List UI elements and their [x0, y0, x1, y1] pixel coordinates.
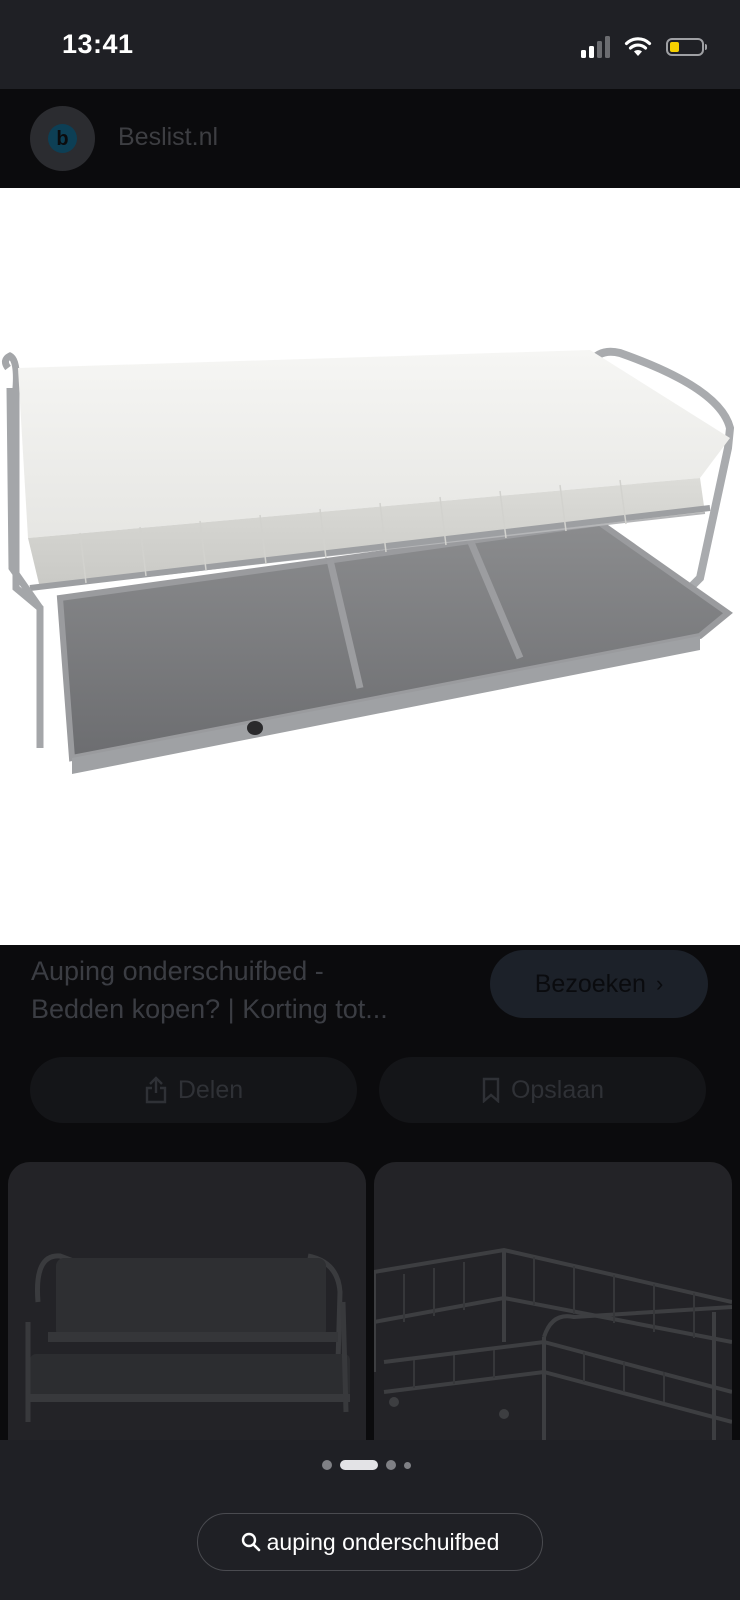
search-icon [241, 1532, 260, 1552]
result-title[interactable]: Auping onderschuifbed - Bedden kopen? | … [31, 952, 471, 1028]
main-product-image[interactable] [0, 188, 740, 945]
related-image-1-picture [25, 1253, 350, 1422]
pager-dots [322, 1460, 411, 1470]
source-header[interactable]: b Beslist.nl [0, 89, 740, 188]
visit-button-label: Bezoeken [534, 969, 646, 998]
status-time: 13:41 [62, 29, 134, 59]
share-label: Delen [177, 1075, 244, 1104]
battery-level [670, 42, 679, 52]
related-image-2-picture [374, 1247, 732, 1452]
save-button[interactable]: Opslaan [379, 1057, 706, 1123]
related-image-1[interactable] [8, 1162, 366, 1452]
search-query-pill[interactable]: auping onderschuifbed [197, 1513, 543, 1571]
battery-icon [666, 38, 707, 56]
share-button[interactable]: Delen [30, 1057, 357, 1123]
source-logo[interactable]: b [30, 106, 95, 171]
chevron-right-icon: › [655, 971, 664, 996]
source-logo-letter: b [48, 124, 77, 153]
save-label: Opslaan [510, 1075, 605, 1104]
related-image-2[interactable] [374, 1162, 732, 1452]
pager-dot-active[interactable] [340, 1460, 378, 1470]
search-query-text: auping onderschuifbed [266, 1528, 500, 1555]
bookmark-icon [482, 1077, 500, 1103]
cellular-signal-icon [581, 36, 610, 58]
result-title-line-1: Auping onderschuifbed - [31, 956, 324, 986]
pager-dot[interactable] [386, 1460, 396, 1470]
pager-dot[interactable] [322, 1460, 332, 1470]
image-viewer-screen: 13:41 b Beslist.nl Auping onderschuifbed… [0, 0, 740, 1600]
trundle-bed-image [1, 347, 735, 774]
status-bar: 13:41 [0, 0, 740, 89]
wifi-icon [624, 37, 652, 56]
status-icons [581, 33, 707, 61]
result-title-line-2: Bedden kopen? | Korting tot... [31, 994, 388, 1024]
share-icon [145, 1076, 167, 1104]
pager-dot[interactable] [404, 1461, 411, 1469]
source-name[interactable]: Beslist.nl [118, 123, 218, 152]
visit-button[interactable]: Bezoeken › [490, 950, 708, 1018]
